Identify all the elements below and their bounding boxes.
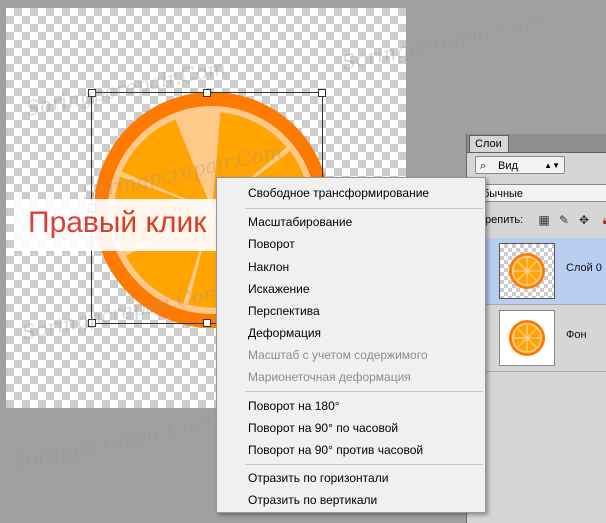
transform-handle-top-center[interactable] [203,89,211,97]
tab-layers[interactable]: Слои [469,135,509,152]
layer-thumbnail [499,243,555,299]
lock-label: репить: [485,214,524,226]
lock-paint-brush-icon[interactable]: ✎ [557,213,571,227]
menu-item-free-transform[interactable]: Свободное трансформирование [248,186,429,200]
lock-move-icon[interactable]: ✥ [577,213,591,227]
layer-kind-filter-label: Вид [498,160,518,172]
menu-item-scale[interactable]: Масштабирование [248,215,352,229]
search-icon: ⌕ [480,160,487,172]
menu-item-rotate[interactable]: Поворот [248,237,295,251]
layer-name: Слой 0 [566,262,602,274]
updown-arrow-icon: ▲▼ [544,161,560,170]
panel-tab-bar: Слои [467,134,606,153]
menu-item-perspective[interactable]: Перспектива [248,304,320,318]
menu-item-warp[interactable]: Деформация [248,326,321,340]
transform-handle-top-right[interactable] [318,89,326,97]
transform-handle-bottom-left[interactable] [88,319,96,327]
lock-transparency-icon[interactable]: ▦ [537,213,551,227]
layer-thumbnail [499,310,555,366]
layer-row-layer-0[interactable]: Слой 0 [467,238,606,305]
menu-item-rotate-180[interactable]: Поворот на 180° [248,399,340,413]
menu-separator [245,208,483,209]
lock-all-icon[interactable]: 🔒︎ [599,213,606,227]
right-click-callout: Правый клик [14,199,246,251]
watermark: Soringpcrepair.Com [9,409,215,475]
menu-item-puppet-warp[interactable]: Марионеточная деформация [248,370,411,384]
orange-thumbnail-image [508,319,546,357]
layer-row-background[interactable]: Фон [467,305,606,372]
transform-context-menu: Свободное трансформирование Масштабирова… [216,177,486,513]
menu-item-rotate-90-cw[interactable]: Поворот на 90° по часовой [248,421,398,435]
blend-mode-select[interactable]: бычные [475,184,606,202]
menu-separator [245,464,483,465]
menu-separator [245,391,483,392]
callout-text: Правый клик [28,206,207,239]
layer-kind-filter[interactable]: ⌕ Вид ▲▼ [475,156,565,174]
menu-item-flip-horizontal[interactable]: Отразить по горизонтали [248,471,388,485]
menu-item-content-aware-scale[interactable]: Масштаб с учетом содержимого [248,348,428,362]
layer-name: Фон [566,329,587,341]
transform-handle-top-left[interactable] [88,89,96,97]
transform-handle-bottom-center[interactable] [203,319,211,327]
orange-thumbnail-image [508,252,546,290]
layers-panel: Слои ⌕ Вид ▲▼ бычные репить: ▦ ✎ ✥ 🔒︎ Сл… [466,134,606,523]
menu-item-rotate-90-ccw[interactable]: Поворот на 90° против часовой [248,443,423,457]
menu-item-flip-vertical[interactable]: Отразить по вертикали [248,493,377,507]
lock-row: репить: ▦ ✎ ✥ 🔒︎ [475,211,606,229]
menu-item-distort[interactable]: Искажение [248,282,310,296]
menu-item-skew[interactable]: Наклон [248,260,289,274]
